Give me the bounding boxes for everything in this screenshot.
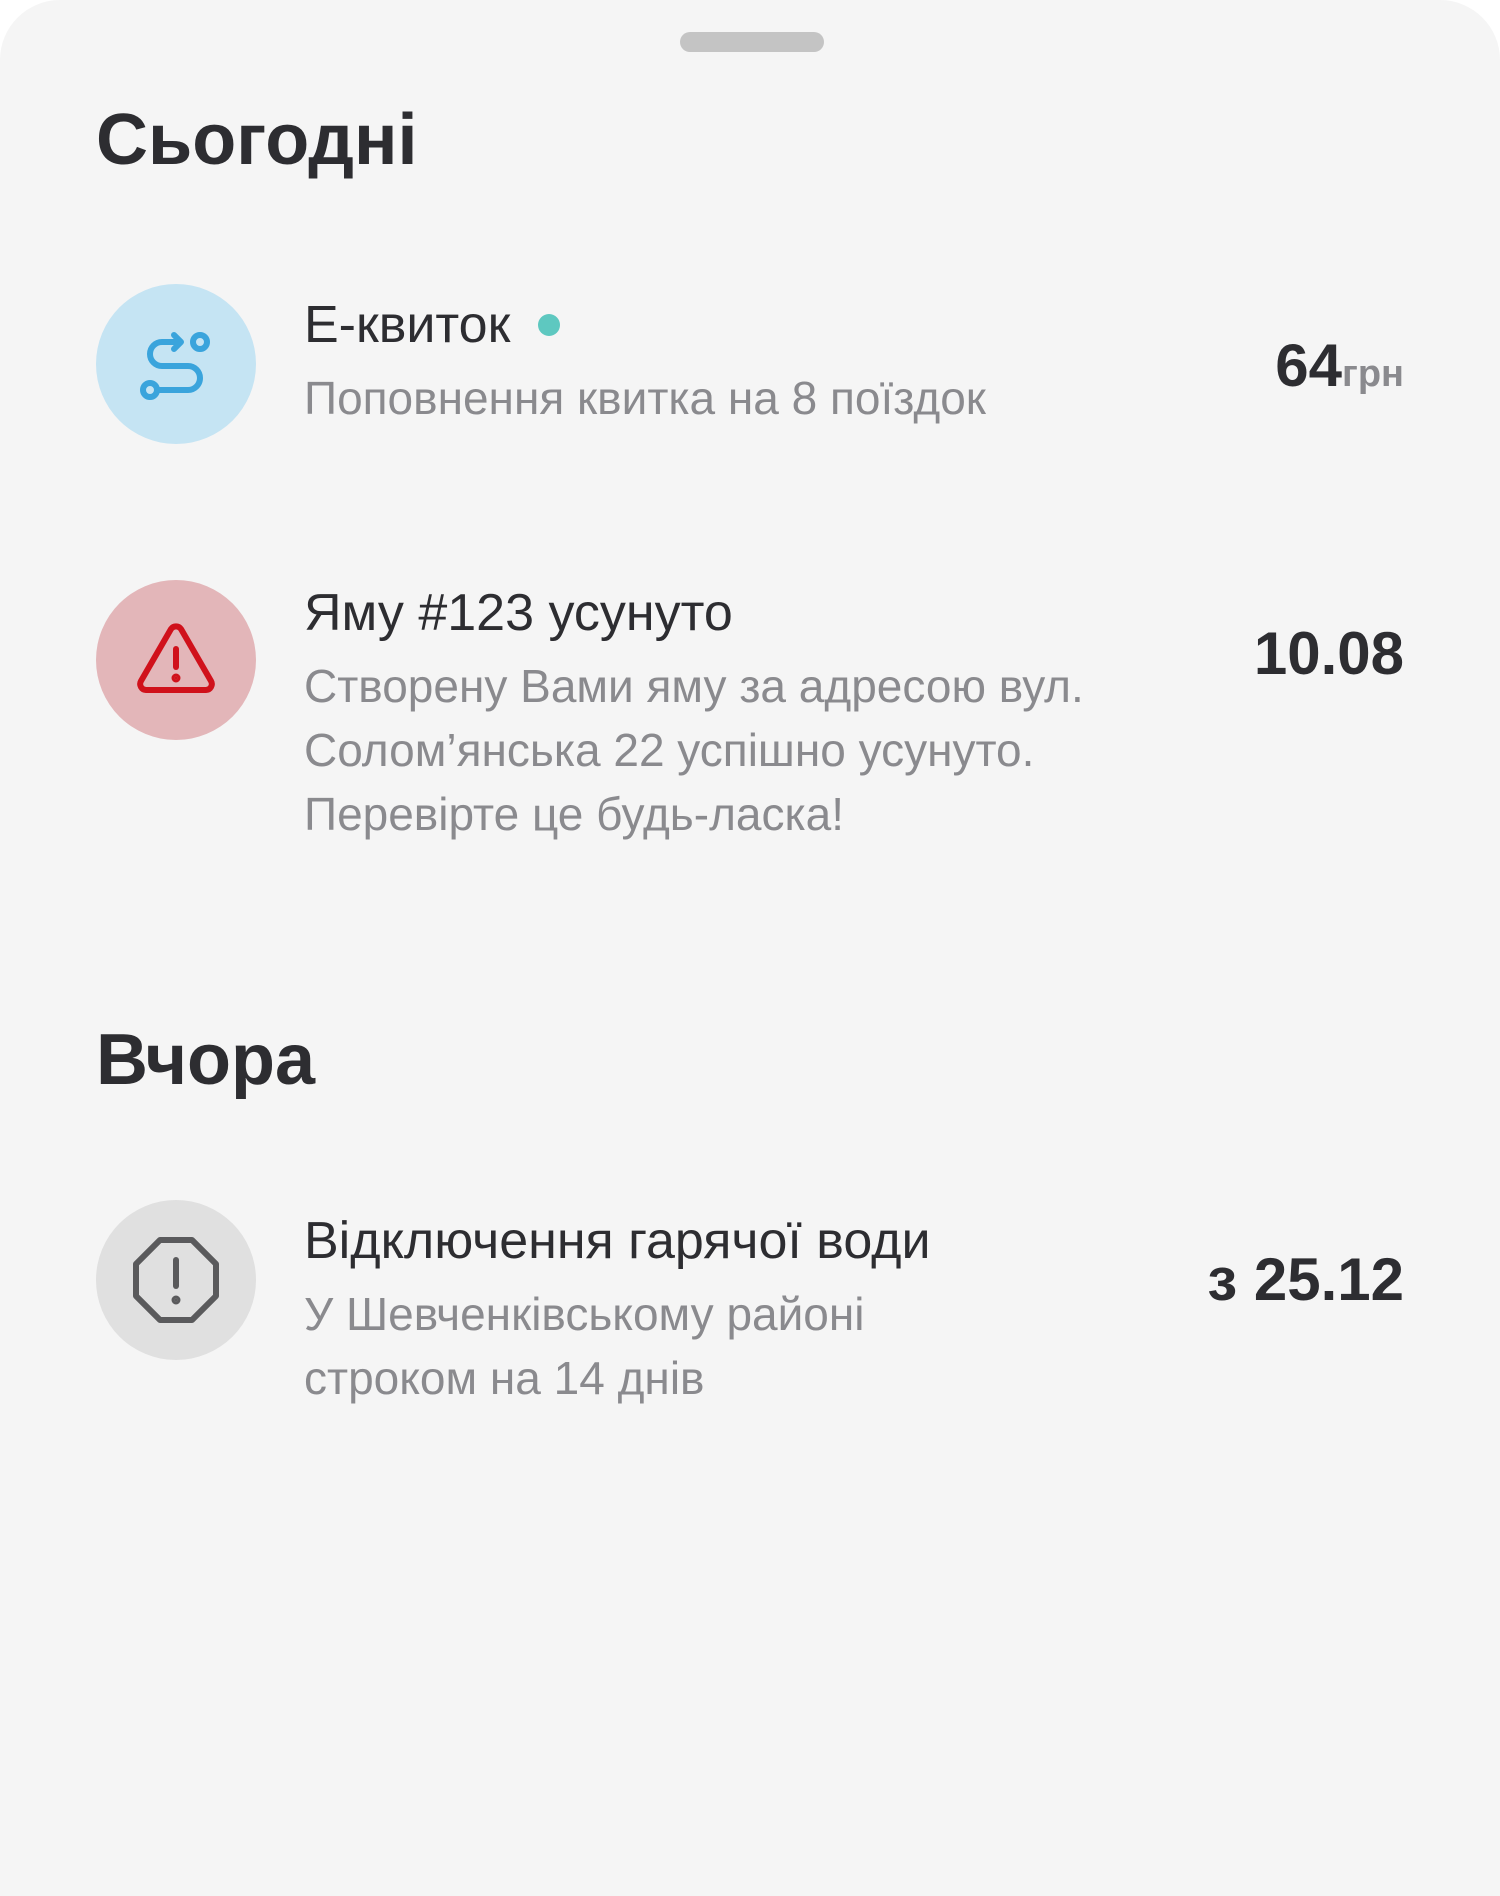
notification-date: з 25.12	[1207, 1246, 1404, 1313]
notification-title: Е-квиток	[304, 296, 511, 354]
section-title-today: Сьогодні	[96, 100, 418, 180]
alert-octagon-icon	[96, 1200, 256, 1360]
notification-title: Яму #123 усунуто	[304, 584, 733, 642]
notification-description: Створену Вами яму за адресою вул. Солом’…	[304, 660, 1084, 841]
unread-dot-indicator	[538, 314, 561, 337]
notification-item-e-ticket[interactable]: Е-квиток Поповнення квитка на 8 поїздок …	[96, 284, 1404, 444]
route-icon	[96, 284, 256, 444]
section-title-yesterday: Вчора	[96, 1020, 316, 1100]
notifications-sheet: Сьогодні Е-квиток Поповнення квитка на 8…	[0, 0, 1500, 1896]
notification-amount: 64грн	[1275, 336, 1404, 396]
notification-date: 10.08	[1253, 620, 1404, 687]
notification-item-hot-water[interactable]: Відключення гарячої води У Шевченківсько…	[96, 1200, 1404, 1420]
notification-description: Поповнення квитка на 8 поїздок	[304, 372, 986, 425]
notification-title-wrap: Е-квиток	[304, 294, 1184, 356]
amount-value: 64	[1275, 332, 1342, 399]
sheet-grabber-handle[interactable]	[680, 32, 824, 52]
amount-currency: грн	[1342, 353, 1404, 395]
notification-item-pothole[interactable]: Яму #123 усунуто Створену Вами яму за ад…	[96, 580, 1404, 920]
notification-description: У Шевченківському районі строком на 14 д…	[304, 1288, 865, 1405]
warning-triangle-icon	[96, 580, 256, 740]
notification-title: Відключення гарячої води	[304, 1212, 931, 1270]
